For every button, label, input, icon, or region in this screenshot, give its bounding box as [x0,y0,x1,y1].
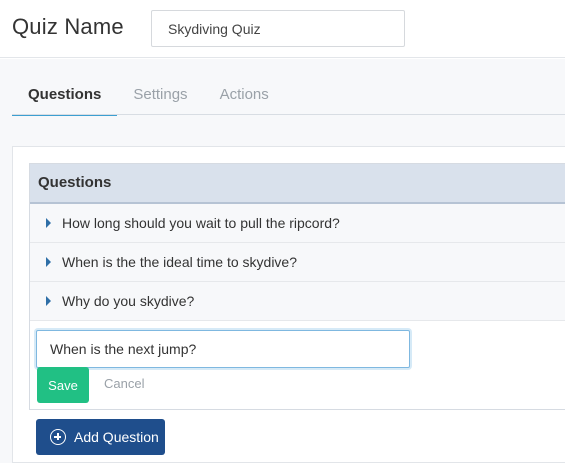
tab-questions[interactable]: Questions [12,85,118,116]
new-question-input[interactable] [36,330,410,368]
save-button[interactable]: Save [37,367,89,403]
cancel-button[interactable]: Cancel [104,376,144,391]
caret-right-icon [46,296,51,306]
quiz-header: Quiz Name [0,0,565,58]
question-item[interactable]: How long should you wait to pull the rip… [30,204,565,243]
add-question-button[interactable]: Add Question [36,419,165,455]
question-text: How long should you wait to pull the rip… [62,215,340,231]
question-item[interactable]: Why do you skydive? [30,282,565,321]
questions-list-header: Questions [30,164,565,204]
caret-right-icon [46,257,51,267]
caret-right-icon [46,218,51,228]
tab-settings[interactable]: Settings [117,85,203,115]
question-item[interactable]: When is the the ideal time to skydive? [30,243,565,282]
tab-actions[interactable]: Actions [204,85,285,115]
question-text: When is the the ideal time to skydive? [62,254,298,270]
plus-circle-icon [50,429,66,445]
tabs-divider [12,114,565,115]
questions-list: Questions How long should you wait to pu… [29,163,565,410]
quiz-name-input[interactable] [151,10,405,47]
question-text: Why do you skydive? [62,293,195,309]
quiz-name-label: Quiz Name [12,14,124,39]
add-question-label: Add Question [74,429,159,445]
tab-bar: Questions Settings Actions [12,85,285,116]
